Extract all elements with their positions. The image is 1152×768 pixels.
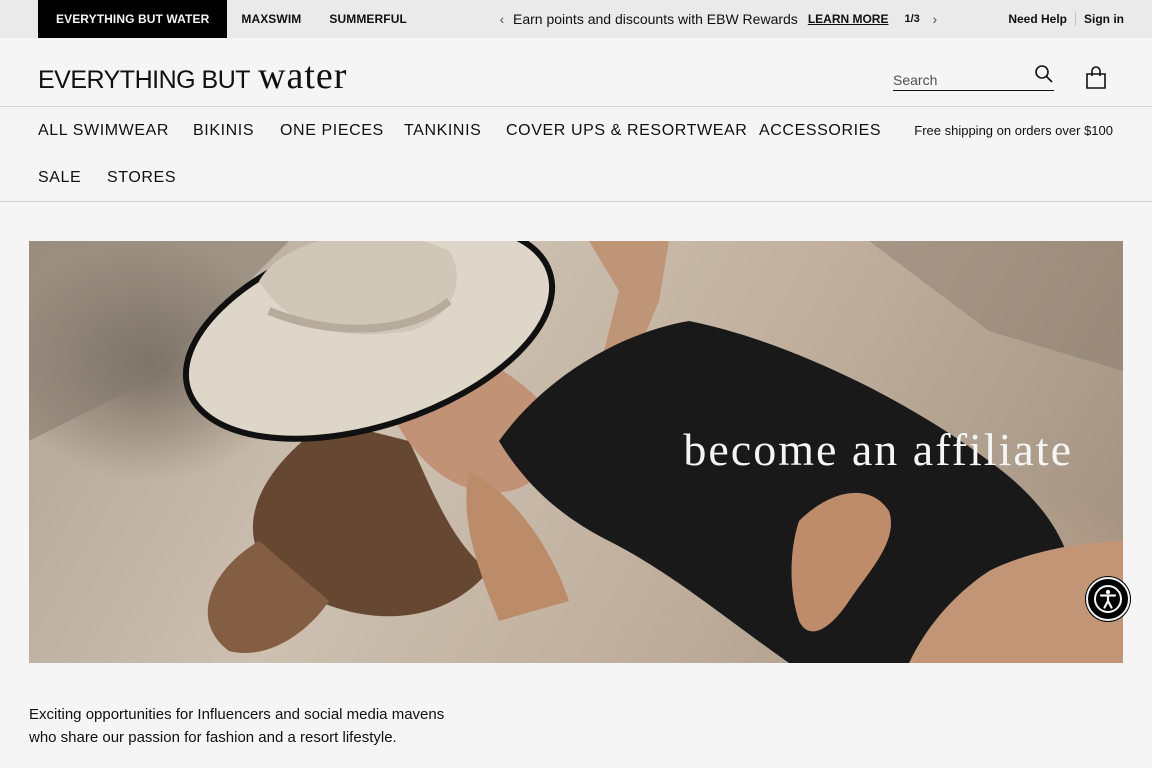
accessibility-button[interactable] bbox=[1086, 577, 1130, 621]
promo-counter: 1/3 bbox=[904, 13, 920, 25]
nav-accessories[interactable]: ACCESSORIES bbox=[759, 122, 881, 140]
nav-stores[interactable]: STORES bbox=[107, 169, 176, 187]
brand-tab-everything-but-water[interactable]: EVERYTHING BUT WATER bbox=[38, 0, 228, 38]
learn-more-link[interactable]: LEARN MORE bbox=[808, 12, 889, 26]
accessibility-icon bbox=[1094, 585, 1122, 613]
hero-title: become an affiliate bbox=[683, 424, 1073, 475]
brand-tab-summerful[interactable]: SUMMERFUL bbox=[315, 0, 421, 38]
main-navigation: ALL SWIMWEAR BIKINIS ONE PIECES TANKINIS… bbox=[0, 107, 1152, 202]
brand-bar: EVERYTHING BUT WATER MAXSWIM SUMMERFUL ‹… bbox=[0, 0, 1152, 38]
logo-script: water bbox=[258, 55, 348, 97]
logo-text: EVERYTHING BUT bbox=[38, 66, 251, 94]
promo-text: Earn points and discounts with EBW Rewar… bbox=[513, 11, 798, 27]
shopping-bag-icon[interactable] bbox=[1085, 66, 1107, 90]
chevron-left-icon[interactable]: ‹ bbox=[495, 11, 509, 27]
utility-links: Need Help Sign in bbox=[1008, 0, 1124, 38]
site-header: EVERYTHING BUT water bbox=[0, 38, 1152, 107]
nav-bikinis[interactable]: BIKINIS bbox=[193, 122, 254, 140]
sign-in-link[interactable]: Sign in bbox=[1084, 12, 1124, 26]
nav-sale[interactable]: SALE bbox=[38, 169, 81, 187]
search-icon[interactable] bbox=[1034, 64, 1054, 84]
site-logo[interactable]: EVERYTHING BUT water bbox=[38, 54, 347, 97]
nav-all-swimwear[interactable]: ALL SWIMWEAR bbox=[38, 122, 169, 140]
brand-tab-maxswim[interactable]: MAXSWIM bbox=[227, 0, 315, 38]
promo-carousel: ‹ Earn points and discounts with EBW Rew… bbox=[495, 0, 942, 38]
search-box bbox=[893, 64, 1054, 91]
need-help-link[interactable]: Need Help bbox=[1008, 12, 1067, 26]
free-shipping-notice: Free shipping on orders over $100 bbox=[914, 123, 1113, 138]
divider bbox=[1075, 12, 1076, 26]
search-input[interactable] bbox=[893, 66, 1023, 88]
intro-text: Exciting opportunities for Influencers a… bbox=[29, 703, 489, 749]
nav-cover-ups[interactable]: COVER UPS & RESORTWEAR bbox=[506, 122, 747, 140]
intro-line-2: who share our passion for fashion and a … bbox=[29, 729, 397, 746]
chevron-right-icon[interactable]: › bbox=[928, 11, 942, 27]
nav-tankinis[interactable]: TANKINIS bbox=[404, 122, 481, 140]
nav-one-pieces[interactable]: ONE PIECES bbox=[280, 122, 384, 140]
hero-banner[interactable]: become an affiliate bbox=[29, 241, 1123, 663]
intro-line-1: Exciting opportunities for Influencers a… bbox=[29, 706, 445, 723]
